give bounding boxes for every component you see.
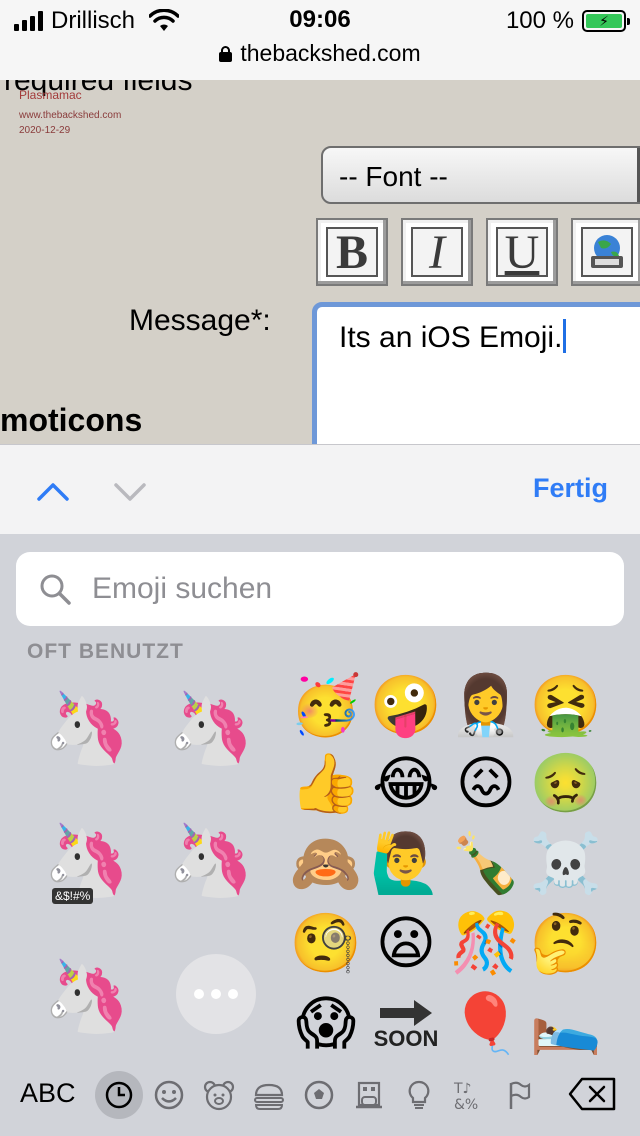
italic-button[interactable]: I [401, 218, 473, 286]
clock-icon[interactable] [95, 1071, 143, 1119]
url-text: thebackshed.com [240, 40, 421, 66]
text-caret [563, 319, 567, 353]
emoji-person-in-bed[interactable]: 🛌 [528, 986, 604, 1062]
message-text: Its an iOS Emoji. [339, 321, 563, 354]
backspace-icon[interactable] [568, 1076, 618, 1112]
message-label: Message*: [129, 304, 271, 337]
watermark-site: www.thebackshed.com [19, 110, 122, 121]
emoji-thinking-face[interactable]: 🤔 [528, 906, 604, 982]
building-icon[interactable] [348, 1074, 390, 1116]
font-select[interactable]: -- Font -- [321, 146, 640, 204]
search-placeholder: Emoji suchen [92, 572, 273, 605]
web-page: required fields Plasmamac www.thebackshe… [0, 80, 640, 444]
keyboard-accessory-bar: Fertig [0, 444, 640, 534]
emoji-balloon[interactable]: 🎈 [448, 986, 524, 1062]
food-icon[interactable] [248, 1074, 290, 1116]
insert-link-button[interactable] [571, 218, 640, 286]
emoji-skull-crossbones[interactable]: ☠️ [528, 826, 604, 902]
battery-group: 100 % ⚡ [505, 6, 630, 36]
emoji-man-raising-hand[interactable]: 🙋‍♂️ [368, 826, 444, 902]
battery-icon: ⚡ [582, 10, 630, 32]
bold-button[interactable]: B [316, 218, 388, 286]
emoji-screaming-face[interactable]: 😱 [288, 986, 364, 1062]
chevron-up-icon[interactable] [36, 475, 70, 509]
flag-icon[interactable] [498, 1074, 540, 1116]
svg-text:&%: &% [454, 1097, 478, 1112]
url-bar[interactable]: thebackshed.com [0, 40, 640, 67]
battery-percent: 100 % [505, 7, 574, 34]
emoticons-heading: moticons [0, 402, 143, 438]
memoji-unicorn-tongue[interactable]: 🦄 [43, 674, 130, 784]
emoji-confounded-face[interactable]: 😖 [448, 746, 524, 822]
memoji-swear-tag: &$!#% [52, 888, 94, 904]
bulb-icon[interactable] [398, 1074, 440, 1116]
underline-button[interactable]: U [486, 218, 558, 286]
emoji-tears-of-joy[interactable]: 😂 [368, 746, 444, 822]
emoji-zany-face[interactable]: 🤪 [368, 668, 444, 744]
more-memoji-button[interactable] [176, 954, 256, 1034]
abc-keyboard-button[interactable]: ABC [20, 1078, 76, 1109]
emoji-champagne[interactable]: 🍾 [448, 826, 524, 902]
done-button[interactable]: Fertig [533, 473, 608, 504]
status-bar: Drillisch 09:06 100 % ⚡ thebackshed.com [0, 0, 640, 80]
ball-icon[interactable] [298, 1074, 340, 1116]
symbols-icon[interactable]: T♪ &% [448, 1074, 490, 1116]
watermark-name: Plasmamac [19, 88, 82, 102]
emoji-vomiting-face[interactable]: 🤮 [528, 668, 604, 744]
underline-label: U [496, 226, 548, 279]
emoji-monocle-face[interactable]: 🧐 [288, 906, 364, 982]
emoji-confetti-ball[interactable]: 🎊 [448, 906, 524, 982]
emoji-search-field[interactable]: Emoji suchen [16, 552, 624, 626]
memoji-unicorn-heart-eyes[interactable]: 🦄 [167, 674, 254, 784]
emoji-see-no-evil-monkey[interactable]: 🙈 [288, 826, 364, 902]
emoji-soon-arrow[interactable]: SOON [368, 986, 444, 1062]
arrow-right-icon [380, 1000, 432, 1026]
bear-icon[interactable] [198, 1074, 240, 1116]
memoji-unicorn-swearing[interactable]: 🦄 &$!#% [43, 806, 131, 916]
section-label: OFT BENUTZT [27, 640, 184, 663]
chevron-down-icon[interactable] [113, 475, 147, 509]
lock-icon [219, 45, 233, 62]
emoji-thumbs-up[interactable]: 👍 [288, 746, 364, 822]
italic-label: I [411, 226, 463, 279]
memoji-unicorn-star-eyes[interactable]: 🦄 [43, 942, 130, 1052]
message-textarea[interactable]: Its an iOS Emoji. [312, 302, 640, 444]
globe-icon [581, 227, 633, 277]
emoji-woman-health-worker[interactable]: 👩‍⚕️ [448, 668, 524, 744]
emoji-category-bar: ABC T♪ &% [0, 1058, 640, 1136]
emoji-partying-face[interactable]: 🥳 [288, 668, 364, 744]
emoji-nauseated-face[interactable]: 🤢 [528, 746, 604, 822]
emoji-frowning-open-mouth[interactable]: 😦 [368, 906, 444, 982]
svg-text:T♪: T♪ [453, 1081, 472, 1097]
memoji-unicorn-laughing[interactable]: 🦄 [167, 806, 254, 916]
search-icon [40, 574, 71, 605]
emoji-keyboard: Emoji suchen OFT BENUTZT 🦄 🦄 🦄 &$!#% 🦄 🦄 … [0, 534, 640, 1136]
bold-label: B [326, 226, 378, 279]
watermark-date: 2020-12-29 [19, 125, 71, 136]
smiley-icon[interactable] [148, 1074, 190, 1116]
soon-label: SOON [373, 1026, 439, 1051]
